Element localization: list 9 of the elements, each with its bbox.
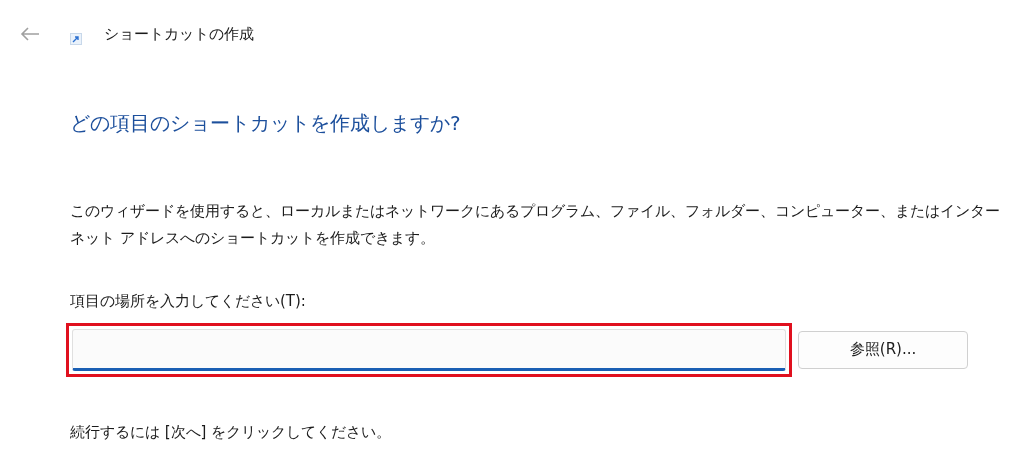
shortcut-icon <box>70 33 82 45</box>
browse-button[interactable]: 参照(R)... <box>798 330 968 369</box>
footer-text: 続行するには [次へ] をクリックしてください。 <box>70 421 392 443</box>
page-heading: どの項目のショートカットを作成しますか? <box>70 110 462 137</box>
description-text: このウィザードを使用すると、ローカルまたはネットワークにあるプログラム、ファイル、フォルダー、コンピューター、またはインターネット アドレスへのショートカットを作成できます。 <box>70 201 1001 249</box>
back-arrow-icon[interactable] <box>20 26 40 42</box>
location-label: 項目の場所を入力してください(T): <box>70 291 306 312</box>
window-title: ショートカットの作成 <box>104 23 254 45</box>
location-field[interactable] <box>72 328 786 371</box>
